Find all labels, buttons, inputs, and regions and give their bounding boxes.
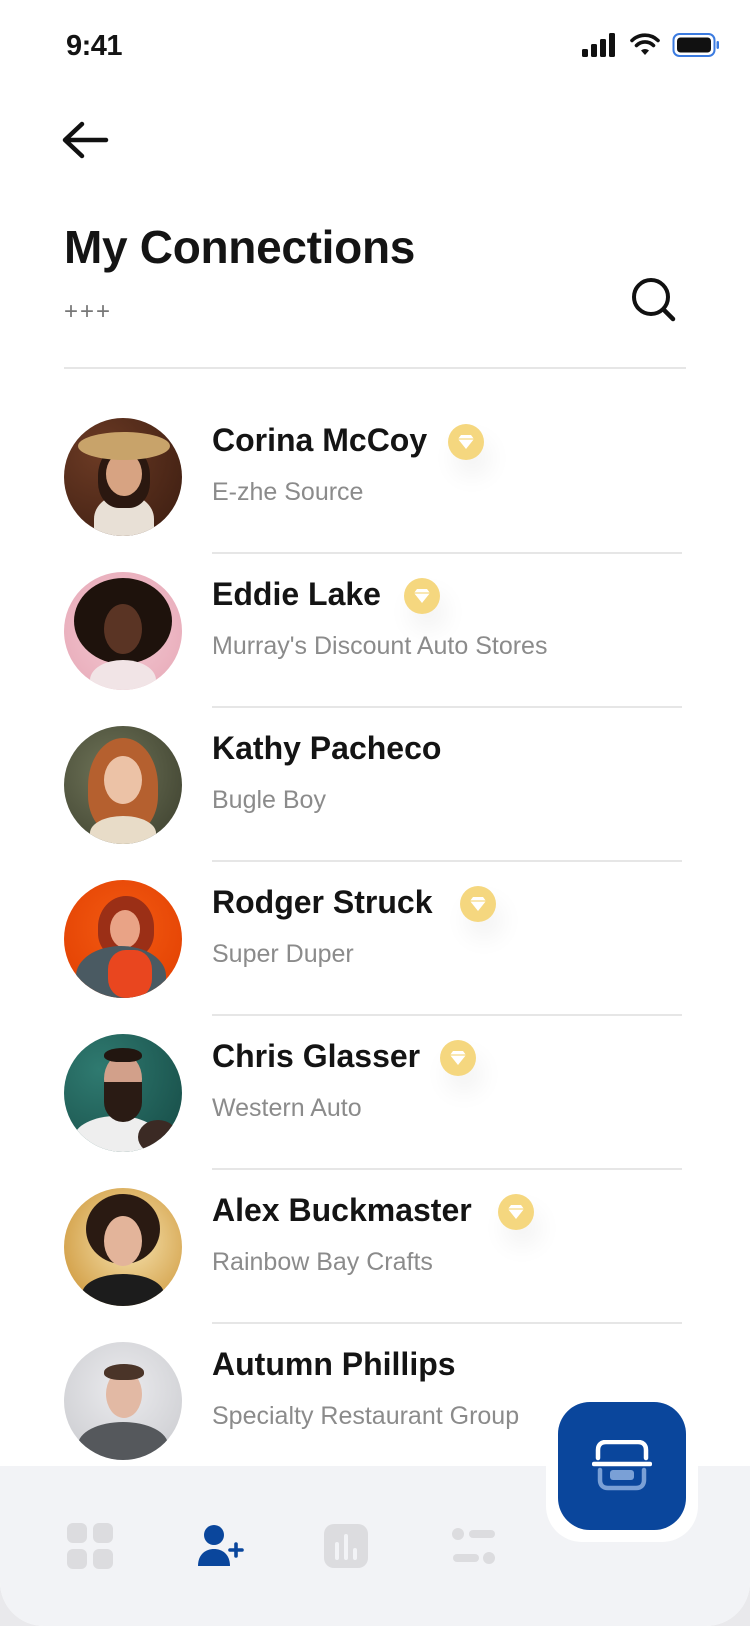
- avatar: [64, 418, 182, 536]
- search-icon: [632, 278, 676, 322]
- contact-row[interactable]: Eddie Lake Murray's Discount Auto Stores: [0, 554, 750, 708]
- contact-company: Super Duper: [212, 940, 354, 968]
- contact-company: Murray's Discount Auto Stores: [212, 632, 548, 660]
- contact-company: Specialty Restaurant Group: [212, 1402, 520, 1430]
- contact-name: Eddie Lake: [212, 576, 381, 612]
- arrow-left-icon: [62, 121, 109, 159]
- contact-name: Alex Buckmaster: [212, 1192, 472, 1228]
- add-user-icon: [198, 1525, 244, 1566]
- settings-icon: [452, 1528, 495, 1564]
- avatar: [64, 1188, 182, 1306]
- page-subtitle: +++: [64, 298, 113, 325]
- tab-connections[interactable]: [192, 1522, 248, 1570]
- contact-name: Autumn Phillips: [212, 1346, 456, 1382]
- contact-company: Rainbow Bay Crafts: [212, 1248, 433, 1276]
- status-icons: [582, 32, 720, 63]
- tab-stats[interactable]: [322, 1522, 370, 1570]
- status-bar: 9:41: [0, 0, 750, 96]
- premium-badge: [448, 424, 484, 460]
- contact-name: Corina McCoy: [212, 422, 428, 458]
- tab-dashboard[interactable]: [66, 1522, 114, 1570]
- premium-badge: [460, 886, 496, 922]
- search-button[interactable]: [630, 276, 678, 324]
- avatar: [64, 726, 182, 844]
- back-button[interactable]: [60, 116, 116, 164]
- contact-company: Bugle Boy: [212, 786, 326, 814]
- contact-name: Kathy Pacheco: [212, 730, 442, 766]
- diamond-icon: [450, 1051, 466, 1065]
- status-time: 9:41: [66, 30, 123, 62]
- wifi-icon: [630, 33, 660, 62]
- scan-icon: [592, 1440, 652, 1491]
- contact-list: Corina McCoy E-zhe Source Eddie Lake Mur…: [0, 400, 750, 1478]
- scan-button-container: [546, 1390, 698, 1542]
- premium-badge: [404, 578, 440, 614]
- diamond-icon: [414, 589, 430, 603]
- diamond-icon: [470, 897, 486, 911]
- contact-company: E-zhe Source: [212, 478, 364, 506]
- contact-company: Western Auto: [212, 1094, 362, 1122]
- battery-icon: [672, 32, 720, 63]
- signal-icon: [582, 33, 618, 62]
- chart-icon: [324, 1524, 368, 1568]
- avatar: [64, 1342, 182, 1460]
- scan-button[interactable]: [558, 1402, 686, 1530]
- diamond-icon: [508, 1205, 524, 1219]
- premium-badge: [440, 1040, 476, 1076]
- avatar: [64, 880, 182, 998]
- contact-name: Chris Glasser: [212, 1038, 421, 1074]
- app-screen: 9:41 My Connections +++ Corina McCoy E-z…: [0, 0, 750, 1626]
- contact-row[interactable]: Alex Buckmaster Rainbow Bay Crafts: [0, 1170, 750, 1324]
- contact-row[interactable]: Corina McCoy E-zhe Source: [0, 400, 750, 554]
- tab-settings[interactable]: [450, 1522, 498, 1570]
- page-title: My Connections: [64, 221, 416, 273]
- contact-row[interactable]: Rodger Struck Super Duper: [0, 862, 750, 1016]
- premium-badge: [498, 1194, 534, 1230]
- contact-name: Rodger Struck: [212, 884, 433, 920]
- avatar: [64, 1034, 182, 1152]
- grid-icon: [67, 1523, 113, 1569]
- contact-row[interactable]: Chris Glasser Western Auto: [0, 1016, 750, 1170]
- header-divider: [64, 367, 686, 369]
- contact-row[interactable]: Kathy Pacheco Bugle Boy: [0, 708, 750, 862]
- diamond-icon: [458, 435, 474, 449]
- avatar: [64, 572, 182, 690]
